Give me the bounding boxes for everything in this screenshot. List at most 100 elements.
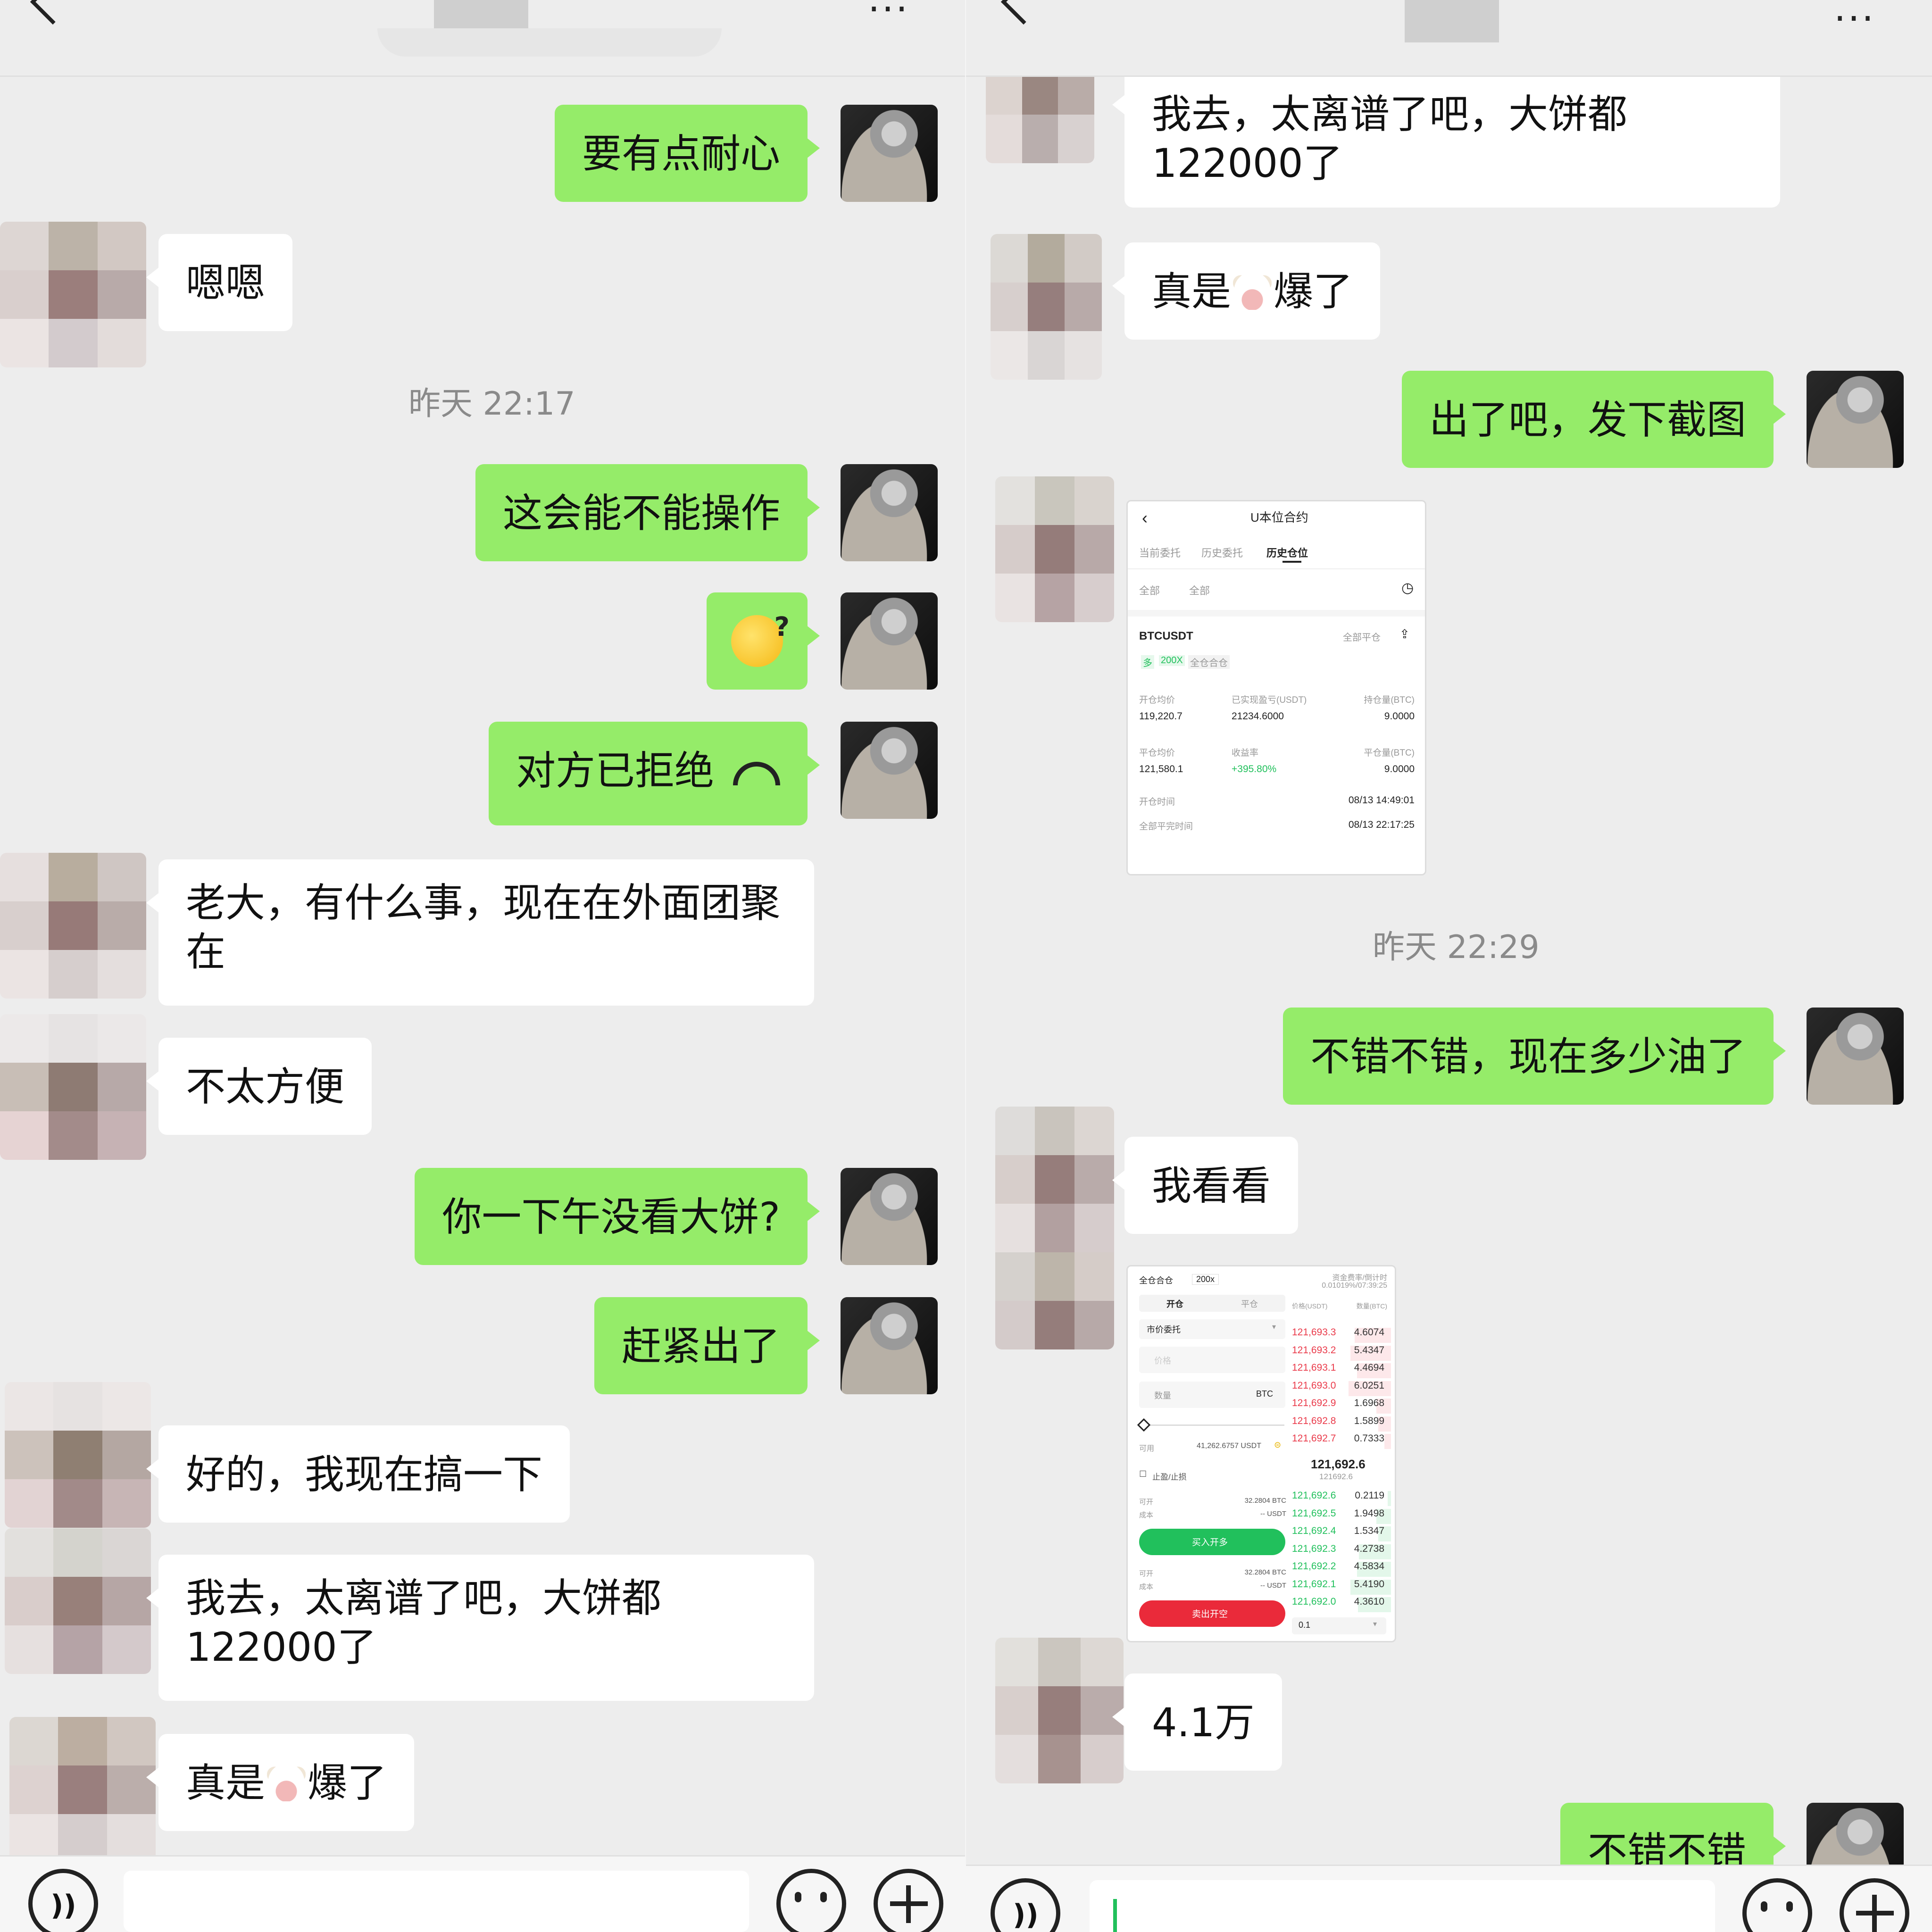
shot-filter: 全部 bbox=[1189, 585, 1210, 597]
contact-avatar-mosaic[interactable] bbox=[0, 222, 146, 367]
contact-avatar-mosaic[interactable] bbox=[995, 1638, 1124, 1783]
bid-row[interactable]: 121,692.5 1.9498 bbox=[1292, 1508, 1391, 1525]
bid-quantity: 1.9498 bbox=[1354, 1507, 1384, 1519]
thinking-question-emoji-icon: ? bbox=[731, 612, 790, 667]
contact-avatar-mosaic[interactable] bbox=[986, 66, 1094, 163]
bid-row[interactable]: 121,692.3 4.2738 bbox=[1292, 1543, 1391, 1560]
message-bubble-incoming[interactable]: 老大，有什么事，现在在外面团聚在 bbox=[146, 859, 814, 1006]
my-avatar[interactable] bbox=[841, 464, 938, 561]
open-close-toggle[interactable] bbox=[1139, 1295, 1285, 1312]
message-bubble-outgoing[interactable]: 这会能不能操作 bbox=[475, 464, 820, 561]
message-bubble-incoming[interactable]: 我看看 bbox=[1112, 1137, 1299, 1234]
leverage-slider-track[interactable] bbox=[1143, 1424, 1284, 1426]
message-bubble-outgoing[interactable]: 你一下午没看大饼? bbox=[415, 1168, 820, 1265]
message-bubble-incoming[interactable]: 真是 爆了 bbox=[146, 1734, 415, 1831]
more-icon[interactable]: ··· bbox=[1834, 0, 1875, 38]
trading-screenshot[interactable]: 全仓合仓 200x 资金费率/倒计时 0.01019%/07:39:25 开仓 … bbox=[1126, 1265, 1396, 1642]
contact-avatar-mosaic[interactable] bbox=[995, 1107, 1114, 1349]
message-text: 嗯嗯 bbox=[186, 260, 266, 306]
ask-row[interactable]: 121,692.9 1.6968 bbox=[1292, 1398, 1391, 1415]
checkbox-icon[interactable]: ☐ bbox=[1139, 1469, 1147, 1479]
message-bubble-outgoing[interactable]: 不错不错，现在多少油了 bbox=[1282, 1008, 1786, 1105]
plus-button-icon[interactable] bbox=[874, 1869, 943, 1932]
chat-screen-right: 我去，太离谱了吧，大饼都122000了 真是 爆了 出了吧，发下截图 ‹ U本位合… bbox=[966, 0, 1932, 1932]
ask-row[interactable]: 121,693.1 4.4694 bbox=[1292, 1362, 1391, 1379]
message-bubble-outgoing[interactable]: 出了吧，发下截图 bbox=[1401, 371, 1786, 468]
bid-price: 121,692.5 bbox=[1292, 1507, 1336, 1519]
bid-row[interactable]: 121,692.0 4.3610 bbox=[1292, 1596, 1391, 1613]
shot-value: 08/13 22:17:25 bbox=[1348, 819, 1415, 830]
shot-section-gap bbox=[1128, 610, 1425, 616]
message-text: 老大，有什么事，现在在外面团聚在 bbox=[186, 880, 781, 975]
tab-open[interactable]: 开仓 bbox=[1166, 1298, 1183, 1310]
message-bubble-incoming[interactable]: 不太方便 bbox=[146, 1038, 372, 1135]
contact-avatar-mosaic[interactable] bbox=[5, 1382, 151, 1528]
ask-depth-bar bbox=[1384, 1434, 1391, 1449]
bid-price: 121,692.2 bbox=[1292, 1561, 1336, 1572]
shot-label: 开仓均价 bbox=[1139, 695, 1175, 705]
back-arrow-icon[interactable] bbox=[30, 0, 76, 25]
ask-row[interactable]: 121,693.3 4.6074 bbox=[1292, 1327, 1391, 1344]
contact-avatar-mosaic[interactable] bbox=[0, 1014, 146, 1160]
bid-row[interactable]: 121,692.6 0.2119 bbox=[1292, 1490, 1391, 1507]
message-bubble-incoming[interactable]: 我去，太离谱了吧，大饼都122000了 bbox=[1112, 61, 1780, 208]
bid-row[interactable]: 121,692.4 1.5347 bbox=[1292, 1525, 1391, 1542]
back-arrow-icon[interactable] bbox=[1000, 0, 1047, 25]
emoji-button-icon[interactable] bbox=[776, 1869, 846, 1932]
emoji-button-icon[interactable] bbox=[1742, 1878, 1812, 1932]
message-input[interactable] bbox=[124, 1871, 749, 1932]
shot-label: 开仓时间 bbox=[1139, 797, 1175, 807]
my-avatar[interactable] bbox=[841, 722, 938, 819]
voice-input-icon[interactable]: )) bbox=[28, 1869, 98, 1932]
message-text: 爆了 bbox=[1274, 268, 1353, 315]
my-avatar[interactable] bbox=[1807, 371, 1904, 468]
message-bubble-outgoing[interactable]: 赶紧出了 bbox=[594, 1297, 820, 1394]
contact-avatar-mosaic[interactable] bbox=[991, 234, 1102, 380]
transfer-icon[interactable]: ⊜ bbox=[1274, 1440, 1281, 1450]
call-record-bubble[interactable]: 对方已拒绝 bbox=[488, 722, 820, 825]
plus-button-icon[interactable] bbox=[1840, 1878, 1909, 1932]
active-tab-underline bbox=[1282, 561, 1301, 563]
open-label: 可开 bbox=[1139, 1498, 1154, 1506]
shot-label: 已实现盈亏(USDT) bbox=[1232, 695, 1307, 705]
shot-tab: 当前委托 bbox=[1139, 547, 1181, 559]
message-bubble-outgoing[interactable]: 要有点耐心 bbox=[554, 105, 820, 202]
my-avatar[interactable] bbox=[841, 1297, 938, 1394]
bid-row[interactable]: 121,692.1 5.4190 bbox=[1292, 1579, 1391, 1596]
tab-close[interactable]: 平仓 bbox=[1241, 1298, 1258, 1310]
my-avatar[interactable] bbox=[841, 592, 938, 690]
message-text: 4.1万 bbox=[1152, 1699, 1255, 1746]
input-bar: )) bbox=[0, 1855, 966, 1932]
sell-short-label: 卖出开空 bbox=[1192, 1609, 1228, 1619]
ask-row[interactable]: 121,693.0 6.0251 bbox=[1292, 1380, 1391, 1397]
position-history-screenshot[interactable]: ‹ U本位合约 当前委托 历史委托 历史仓位 全部 全部 ◷ BTCUSDT 全… bbox=[1126, 500, 1426, 875]
more-icon[interactable]: ··· bbox=[868, 0, 909, 28]
message-input[interactable] bbox=[1090, 1880, 1715, 1932]
emoji-message-bubble[interactable]: ? bbox=[707, 592, 820, 690]
bid-quantity: 4.2738 bbox=[1354, 1543, 1384, 1554]
voice-input-icon[interactable]: )) bbox=[991, 1878, 1060, 1932]
message-bubble-incoming[interactable]: 嗯嗯 bbox=[146, 234, 293, 331]
ask-row[interactable]: 121,692.8 1.5899 bbox=[1292, 1416, 1391, 1432]
open-label: 可开 bbox=[1139, 1570, 1154, 1578]
my-avatar[interactable] bbox=[1807, 1008, 1904, 1105]
my-avatar[interactable] bbox=[841, 105, 938, 202]
message-bubble-incoming[interactable]: 我去，太离谱了吧，大饼都122000了 bbox=[146, 1555, 814, 1701]
message-text: 我去，太离谱了吧，大饼都122000了 bbox=[1152, 91, 1628, 186]
bid-price: 121,692.1 bbox=[1292, 1578, 1336, 1590]
ask-row[interactable]: 121,693.2 5.4347 bbox=[1292, 1345, 1391, 1362]
contact-avatar-mosaic[interactable] bbox=[995, 476, 1114, 622]
message-bubble-incoming[interactable]: 好的，我现在搞一下 bbox=[146, 1425, 570, 1523]
contact-avatar-mosaic[interactable] bbox=[5, 1528, 151, 1674]
contact-avatar-mosaic[interactable] bbox=[9, 1717, 156, 1863]
bid-quantity: 4.3610 bbox=[1354, 1596, 1384, 1607]
contact-avatar-mosaic[interactable] bbox=[0, 853, 146, 999]
message-bubble-incoming[interactable]: 4.1万 bbox=[1112, 1674, 1282, 1771]
ask-row[interactable]: 121,692.7 0.7333 bbox=[1292, 1433, 1391, 1450]
my-avatar[interactable] bbox=[841, 1168, 938, 1265]
slider-handle[interactable] bbox=[1137, 1418, 1151, 1432]
message-bubble-incoming[interactable]: 真是 爆了 bbox=[1112, 242, 1381, 340]
chat-title-mosaic bbox=[434, 0, 528, 28]
bid-row[interactable]: 121,692.2 4.5834 bbox=[1292, 1561, 1391, 1578]
chat-header: ··· bbox=[0, 0, 966, 77]
